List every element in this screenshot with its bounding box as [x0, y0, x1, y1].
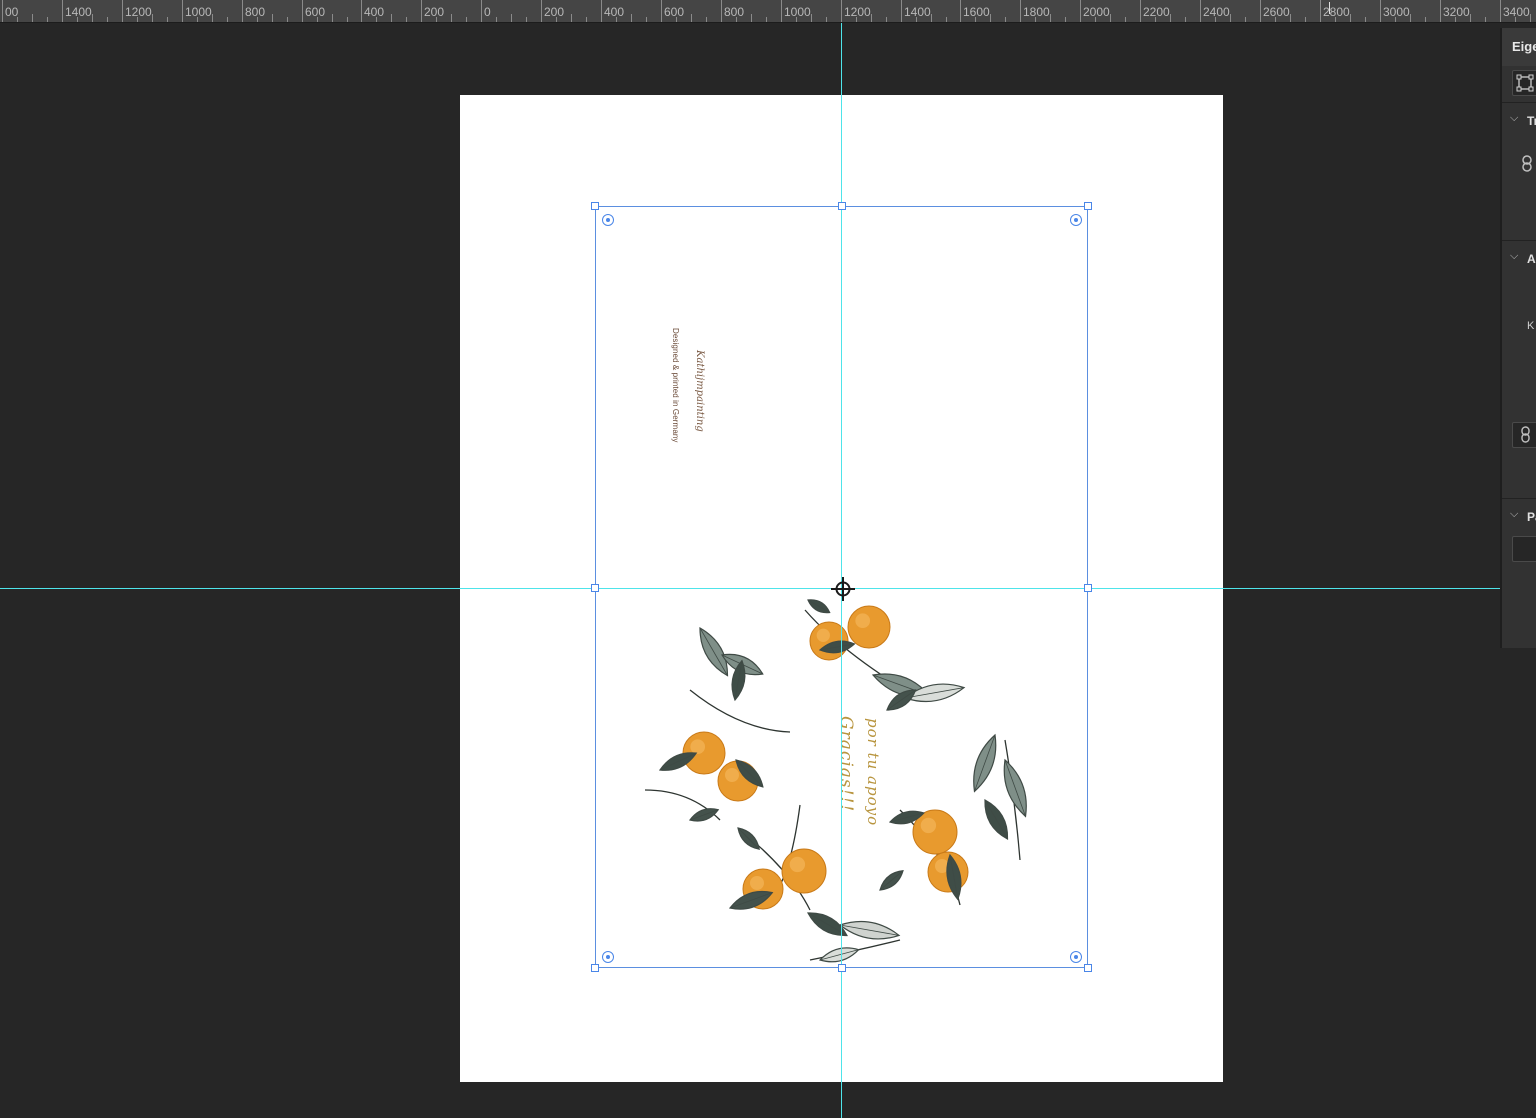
handle-bottom-left[interactable]: [591, 964, 599, 972]
rotate-handle-bottom-left[interactable]: [602, 951, 614, 963]
rotate-handle-top-left[interactable]: [602, 214, 614, 226]
chevron-down-icon[interactable]: ⌵: [1510, 250, 1518, 263]
handle-middle-right[interactable]: [1084, 584, 1092, 592]
properties-panel-header: Eige: [1502, 28, 1536, 66]
properties-panel[interactable]: Eige ⌵ Tr ⌵ A K ⌵ Pa: [1500, 28, 1536, 648]
link-icon: [1521, 426, 1530, 443]
link-button[interactable]: [1512, 422, 1536, 448]
panel-divider: [1502, 498, 1536, 499]
transform-mode-button[interactable]: [1512, 70, 1536, 96]
paragraph-style-button[interactable]: [1512, 536, 1536, 562]
properties-title: Eige: [1512, 39, 1536, 54]
rotate-handle-top-right[interactable]: [1070, 214, 1082, 226]
handle-top-right[interactable]: [1084, 202, 1092, 210]
handle-middle-left[interactable]: [591, 584, 599, 592]
handle-bottom-right[interactable]: [1084, 964, 1092, 972]
chevron-down-icon[interactable]: ⌵: [1510, 112, 1518, 125]
panel-divider: [1502, 102, 1536, 103]
handle-bottom-center[interactable]: [838, 964, 846, 972]
reference-point-icon[interactable]: [831, 577, 855, 601]
section-align-label[interactable]: A: [1527, 252, 1536, 266]
section-align-text: K: [1527, 320, 1535, 332]
handle-top-left[interactable]: [591, 202, 599, 210]
panel-divider: [1502, 240, 1536, 241]
chevron-down-icon[interactable]: ⌵: [1510, 508, 1518, 521]
handle-top-center[interactable]: [838, 202, 846, 210]
bounding-box-icon: [1516, 74, 1534, 92]
link-icon[interactable]: [1520, 154, 1534, 174]
section-transform-label[interactable]: Tr: [1527, 114, 1536, 128]
rotate-handle-bottom-right[interactable]: [1070, 951, 1082, 963]
section-paragraph-label[interactable]: Pa: [1527, 510, 1536, 524]
